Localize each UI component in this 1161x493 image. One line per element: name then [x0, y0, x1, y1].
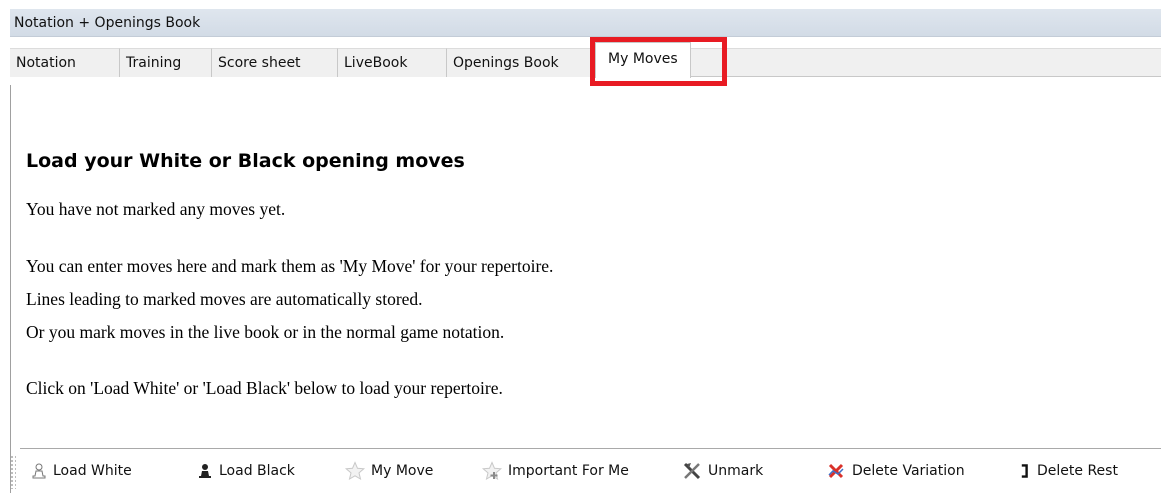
tab-livebook[interactable]: LiveBook	[338, 48, 447, 77]
unmark-button[interactable]: Unmark	[680, 459, 763, 483]
black-pawn-icon	[195, 461, 215, 481]
important-for-me-button[interactable]: Important For Me	[480, 459, 629, 483]
panel-left-border	[10, 85, 11, 493]
bracket-icon	[1017, 461, 1033, 481]
delete-variation-icon	[824, 461, 848, 481]
hint-text: Click on 'Load White' or 'Load Black' be…	[26, 378, 503, 398]
info-line: Or you mark moves in the live book or in…	[26, 322, 505, 342]
my-move-label: My Move	[371, 463, 434, 479]
delete-rest-button[interactable]: Delete Rest	[1017, 459, 1118, 483]
tab-training[interactable]: Training	[120, 48, 212, 77]
my-move-button[interactable]: My Move	[343, 459, 433, 483]
window-title: Notation + Openings Book	[10, 9, 1161, 37]
info-line: Lines leading to marked moves are automa…	[26, 289, 423, 309]
delete-variation-button[interactable]: Delete Variation	[824, 459, 965, 483]
tab-notation[interactable]: Notation	[10, 48, 120, 77]
bottom-toolbar: Load White Load Black My Move Important …	[10, 448, 1161, 493]
load-white-button[interactable]: Load White	[29, 459, 132, 483]
tab-my-moves[interactable]: My Moves	[595, 42, 691, 78]
toolbar-grip[interactable]	[10, 455, 16, 489]
white-pawn-icon	[29, 461, 49, 481]
delete-rest-label: Delete Rest	[1037, 463, 1118, 479]
star-icon	[343, 461, 367, 481]
load-black-label: Load Black	[219, 463, 295, 479]
info-line: You can enter moves here and mark them a…	[26, 256, 554, 276]
tab-openings-book[interactable]: Openings Book	[447, 48, 595, 77]
load-white-label: Load White	[53, 463, 132, 479]
unmark-label: Unmark	[708, 463, 764, 479]
unmark-icon	[680, 461, 704, 481]
delete-variation-label: Delete Variation	[852, 463, 965, 479]
status-text: You have not marked any moves yet.	[26, 199, 286, 219]
tab-score-sheet[interactable]: Score sheet	[212, 48, 338, 77]
page-title: Load your White or Black opening moves	[26, 150, 465, 172]
tab-strip: Notation Training Score sheet LiveBook O…	[10, 37, 1161, 85]
important-for-me-label: Important For Me	[508, 463, 629, 479]
load-black-button[interactable]: Load Black	[195, 459, 295, 483]
star-plus-icon	[480, 461, 504, 481]
